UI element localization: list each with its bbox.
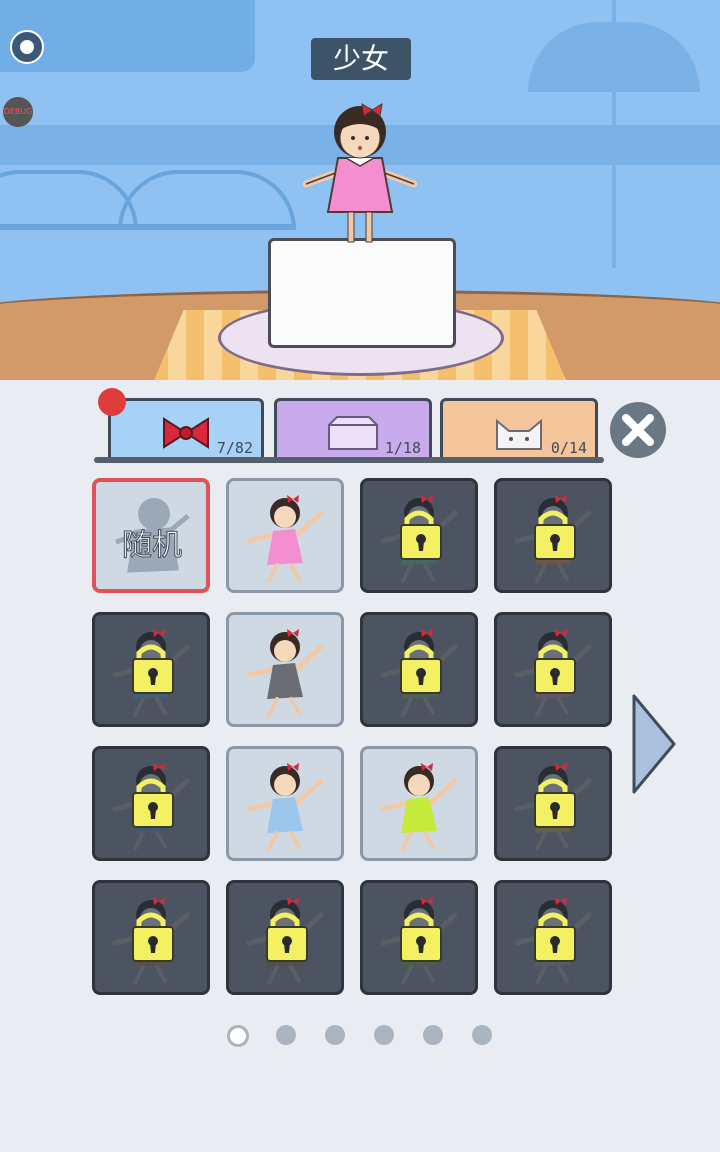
random-outfit-card[interactable]: 随机 [92,478,210,593]
locked-outfit-card[interactable] [226,880,344,995]
outfit-card[interactable] [226,612,344,727]
locked-outfit-card[interactable] [360,880,478,995]
character-name-label: 少女 [311,38,411,80]
page-dot[interactable] [374,1025,394,1045]
tab-underline [94,457,604,463]
tab-count: 7/82 [216,439,253,457]
outfit-figure [246,763,324,851]
locked-outfit-card[interactable] [92,612,210,727]
chevron-right-icon [632,694,676,794]
next-page-button[interactable] [630,692,678,796]
locked-outfit-card[interactable] [494,880,612,995]
page-dot[interactable] [227,1025,249,1047]
lock-icon [400,912,442,962]
lock-icon [400,510,442,560]
outfit-card[interactable] [226,478,344,593]
random-label: 随机 [122,528,183,564]
coat-hanger [118,170,296,230]
lock-icon [132,912,174,962]
locked-outfit-card[interactable] [360,478,478,593]
tab-count: 0/14 [550,439,587,457]
lock-icon [400,644,442,694]
menu-button[interactable] [10,30,44,64]
outfit-figure [246,495,324,583]
lock-icon [534,644,576,694]
coat-hanger [0,170,138,230]
outfit-card[interactable] [226,746,344,861]
locked-outfit-card[interactable] [92,880,210,995]
lock-icon [534,778,576,828]
debug-button[interactable]: DEBUG [3,97,33,127]
tab-pedestal[interactable]: 1/18 [274,398,432,461]
tofu-pedestal [268,238,456,348]
close-button[interactable] [610,402,666,458]
locked-outfit-card[interactable] [494,478,612,593]
locked-outfit-card[interactable] [494,746,612,861]
tab-accessory[interactable]: 7/82 [108,398,264,461]
close-icon [622,414,654,446]
tab-pet[interactable]: 0/14 [440,398,598,461]
outfit-figure [246,629,324,717]
lock-icon [132,778,174,828]
page-dot[interactable] [325,1025,345,1045]
page-dot[interactable] [276,1025,296,1045]
lock-icon [534,912,576,962]
box-icon [328,416,378,450]
tab-count: 1/18 [384,439,421,457]
notification-badge [98,388,126,416]
lock-icon [534,510,576,560]
ceiling-lamp [528,22,700,92]
girl-character[interactable] [298,100,422,250]
lock-icon [132,644,174,694]
page-dot[interactable] [472,1025,492,1045]
bow-icon [163,417,209,449]
locked-outfit-card[interactable] [360,612,478,727]
outfit-card[interactable] [360,746,478,861]
cat-icon [496,418,542,450]
page-dot[interactable] [423,1025,443,1045]
locked-outfit-card[interactable] [92,746,210,861]
outfit-figure [380,763,458,851]
lock-icon [266,912,308,962]
locked-outfit-card[interactable] [494,612,612,727]
